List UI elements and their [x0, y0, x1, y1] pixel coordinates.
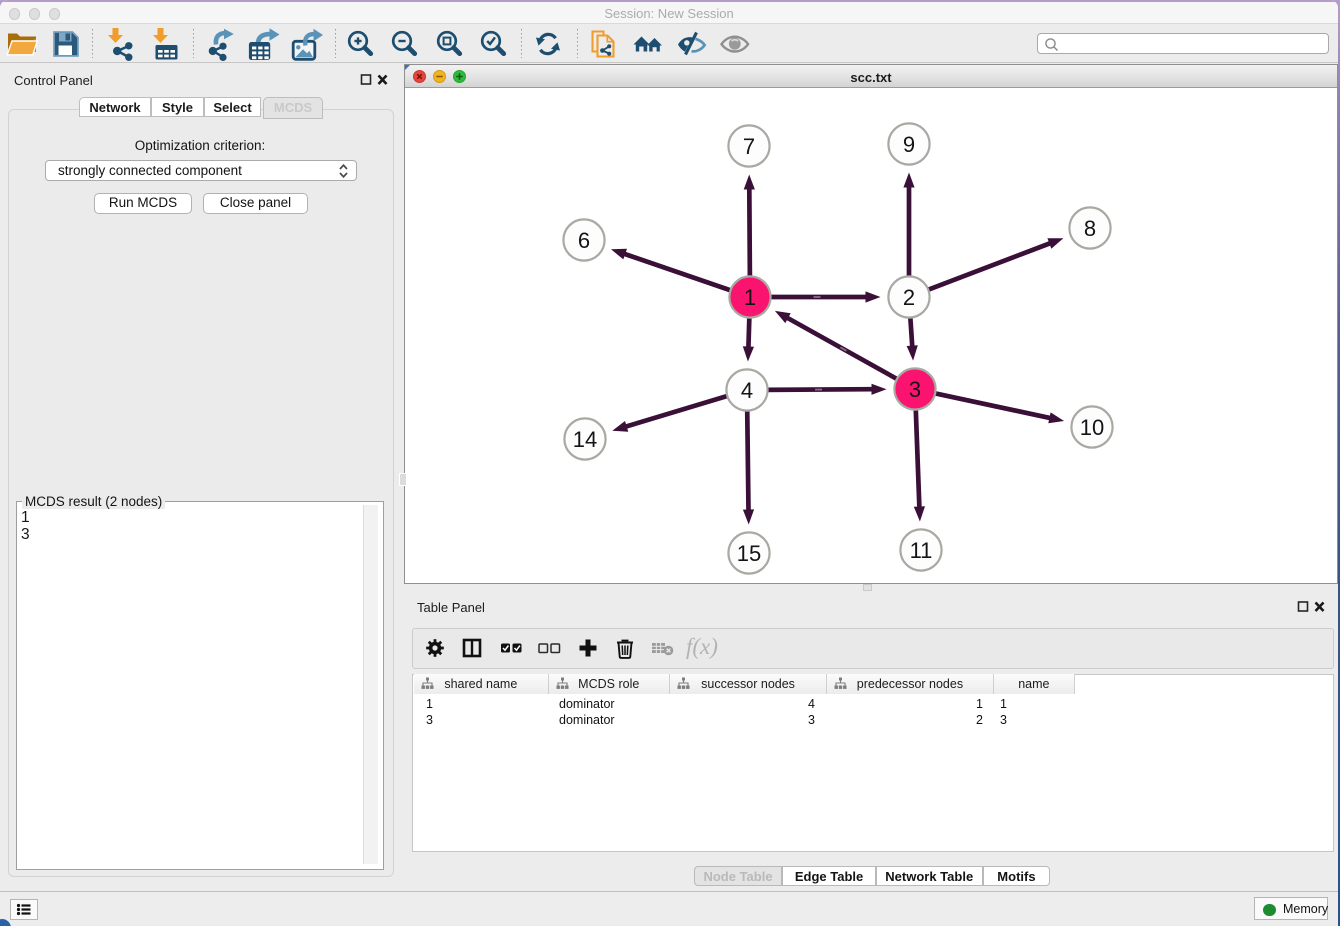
- svg-text:6: 6: [578, 228, 590, 253]
- svg-text:9: 9: [903, 132, 915, 157]
- svg-text:1: 1: [744, 285, 756, 310]
- svg-text:14: 14: [573, 427, 597, 452]
- svg-text:3: 3: [909, 377, 921, 402]
- svg-text:2: 2: [903, 285, 915, 310]
- svg-text:10: 10: [1080, 415, 1104, 440]
- svg-text:15: 15: [737, 541, 761, 566]
- svg-text:8: 8: [1084, 216, 1096, 241]
- svg-text:7: 7: [743, 134, 755, 159]
- svg-text:11: 11: [910, 538, 933, 563]
- svg-text:4: 4: [741, 378, 753, 403]
